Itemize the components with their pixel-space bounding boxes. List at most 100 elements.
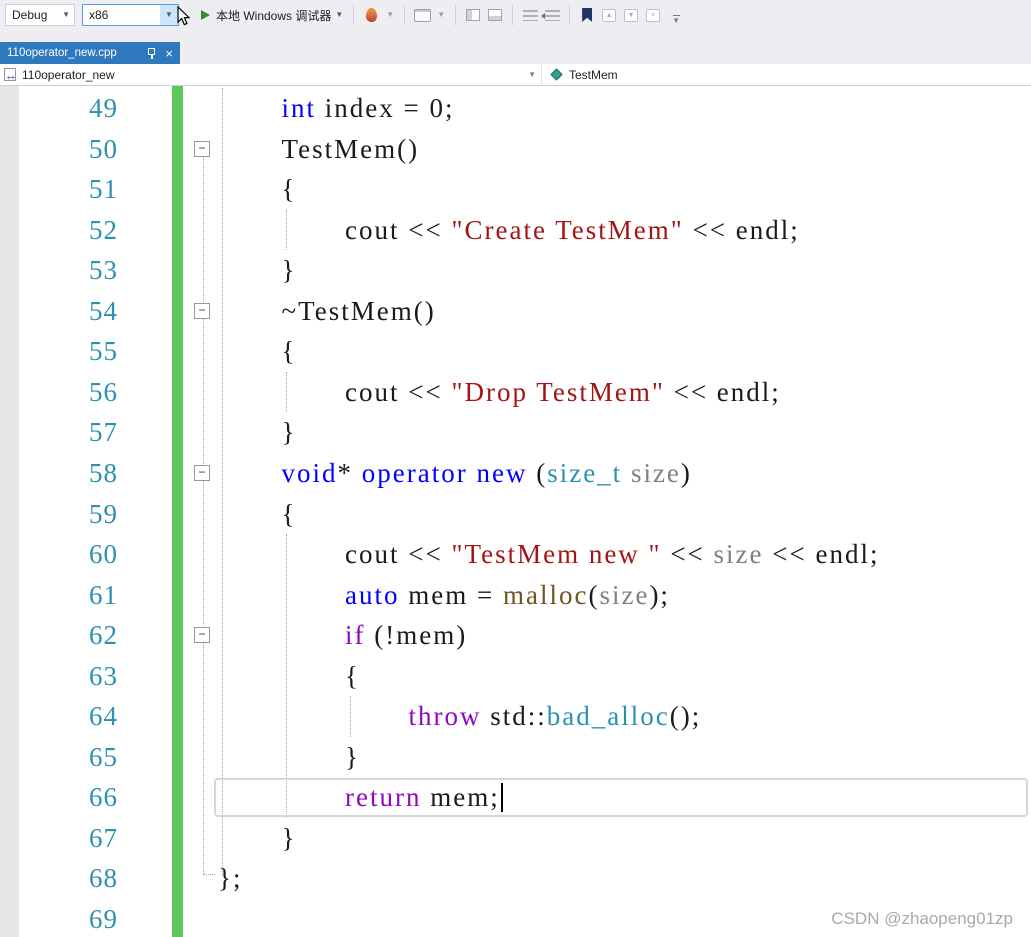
member-label: TestMem: [569, 68, 618, 82]
code-text: }: [282, 818, 297, 859]
live-preview-icon[interactable]: [413, 4, 431, 26]
code-text: int index = 0;: [282, 88, 455, 129]
line-number: 58: [0, 453, 118, 494]
line-number: 68: [0, 858, 118, 899]
line-number: 57: [0, 412, 118, 453]
member-dropdown[interactable]: TestMem: [542, 64, 1031, 85]
document-tab-strip: 110operator_new.cpp ×: [0, 30, 1031, 64]
line-number: 52: [0, 210, 118, 251]
code-text: ~TestMem(): [282, 291, 436, 332]
code-line[interactable]: 62 − if (!mem): [0, 615, 1031, 656]
cpp-file-icon: [4, 68, 16, 81]
current-line-highlight: [214, 778, 1028, 817]
line-number: 54: [0, 291, 118, 332]
line-number: 50: [0, 129, 118, 170]
line-number: 67: [0, 818, 118, 859]
mouse-cursor: [177, 6, 191, 26]
toolbar-separator: [404, 5, 405, 25]
chevron-down-icon: ▼: [161, 11, 177, 19]
code-line[interactable]: 67}: [0, 818, 1031, 859]
toolbar-separator: [512, 5, 513, 25]
code-line[interactable]: 59{: [0, 494, 1031, 535]
code-line[interactable]: 49 int index = 0;: [0, 88, 1031, 129]
play-icon: [201, 10, 210, 20]
chevron-down-icon: ▼: [528, 70, 536, 79]
code-line[interactable]: 55 {: [0, 331, 1031, 372]
code-text: }: [282, 412, 297, 453]
line-number: 62: [0, 615, 118, 656]
code-text: TestMem(): [282, 129, 420, 170]
main-toolbar: Debug ▼ x86 ▼ 本地 Windows 调试器 ▼ ▼ ▼ ▲ ▼ ×…: [0, 0, 1031, 30]
combo-dropdown-button[interactable]: ▼: [160, 5, 178, 25]
code-text: cout << "Drop TestMem" << endl;: [345, 372, 781, 413]
code-line[interactable]: 63{: [0, 656, 1031, 697]
code-line[interactable]: 68};: [0, 858, 1031, 899]
line-number: 66: [0, 777, 118, 818]
chevron-down-icon: ▼: [58, 11, 74, 19]
code-line[interactable]: 66 return mem;: [0, 777, 1031, 818]
line-number: 65: [0, 737, 118, 778]
code-editor[interactable]: 49int index = 0;50−TestMem()51{52cout <<…: [0, 86, 1031, 937]
code-line[interactable]: 56 cout << "Drop TestMem" << endl;: [0, 372, 1031, 413]
code-line[interactable]: 57}: [0, 412, 1031, 453]
line-number: 55: [0, 331, 118, 372]
code-line[interactable]: 51{: [0, 169, 1031, 210]
code-text: cout << "TestMem new " << size << endl;: [345, 534, 879, 575]
code-line[interactable]: 58 − void* operator new (size_t size): [0, 453, 1031, 494]
code-line[interactable]: 60cout << "TestMem new " << size << endl…: [0, 534, 1031, 575]
code-text: }: [282, 250, 297, 291]
toolbar-separator: [569, 5, 570, 25]
solution-platform-combo[interactable]: x86 ▼: [82, 4, 179, 26]
configuration-value: Debug: [6, 8, 58, 22]
toolbar-overflow-button[interactable]: ▼: [672, 15, 680, 25]
pin-icon[interactable]: [147, 48, 156, 59]
next-bookmark-icon[interactable]: ▼: [622, 4, 640, 26]
code-text: };: [218, 858, 242, 899]
tab-110operator-new-cpp[interactable]: 110operator_new.cpp ×: [0, 42, 180, 64]
line-number: 59: [0, 494, 118, 535]
code-text: return mem;: [345, 777, 503, 818]
code-text: {: [282, 331, 297, 372]
fold-collapse-button[interactable]: −: [194, 141, 210, 157]
window-layout-alt-icon[interactable]: [486, 4, 504, 26]
platform-value: x86: [83, 8, 160, 22]
code-line[interactable]: 52cout << "Create TestMem" << endl;: [0, 210, 1031, 251]
code-text: throw std::bad_alloc();: [409, 696, 702, 737]
text-cursor: [501, 783, 503, 812]
chevron-down-icon: ▼: [331, 11, 347, 19]
navigation-bar: 110operator_new ▼ TestMem: [0, 64, 1031, 86]
line-number: 61: [0, 575, 118, 616]
line-number: 64: [0, 696, 118, 737]
close-icon[interactable]: ×: [165, 47, 173, 60]
project-scope-label: 110operator_new: [22, 68, 115, 82]
indent-guides-alt-icon[interactable]: [543, 4, 561, 26]
line-number: 49: [0, 88, 118, 129]
window-layout-icon[interactable]: [464, 4, 482, 26]
line-number: 51: [0, 169, 118, 210]
code-line[interactable]: 61auto mem = malloc(size);: [0, 575, 1031, 616]
code-text: if (!mem): [345, 615, 467, 656]
bookmark-icon[interactable]: [578, 4, 596, 26]
code-line[interactable]: 64 throw std::bad_alloc();: [0, 696, 1031, 737]
solution-configuration-combo[interactable]: Debug ▼: [5, 4, 75, 26]
indent-guides-icon[interactable]: [521, 4, 539, 26]
line-number: 53: [0, 250, 118, 291]
code-line[interactable]: 65}: [0, 737, 1031, 778]
code-text: void* operator new (size_t size): [282, 453, 692, 494]
line-number: 56: [0, 372, 118, 413]
previous-bookmark-icon[interactable]: ▲: [600, 4, 618, 26]
clear-bookmarks-icon[interactable]: ×: [644, 4, 662, 26]
code-line[interactable]: 54 − ~TestMem(): [0, 291, 1031, 332]
fold-collapse-button[interactable]: −: [194, 465, 210, 481]
code-line[interactable]: 50 − TestMem(): [0, 129, 1031, 170]
watermark: CSDN @zhaopeng01zp: [831, 909, 1013, 929]
chevron-down-icon[interactable]: ▼: [382, 11, 398, 19]
hot-reload-icon[interactable]: [362, 4, 380, 26]
project-scope-dropdown[interactable]: 110operator_new ▼: [0, 64, 542, 85]
class-icon: [550, 68, 563, 81]
start-debugging-button[interactable]: 本地 Windows 调试器 ▼: [201, 7, 347, 24]
fold-collapse-button[interactable]: −: [194, 627, 210, 643]
fold-collapse-button[interactable]: −: [194, 303, 210, 319]
chevron-down-icon[interactable]: ▼: [433, 11, 449, 19]
code-line[interactable]: 53}: [0, 250, 1031, 291]
